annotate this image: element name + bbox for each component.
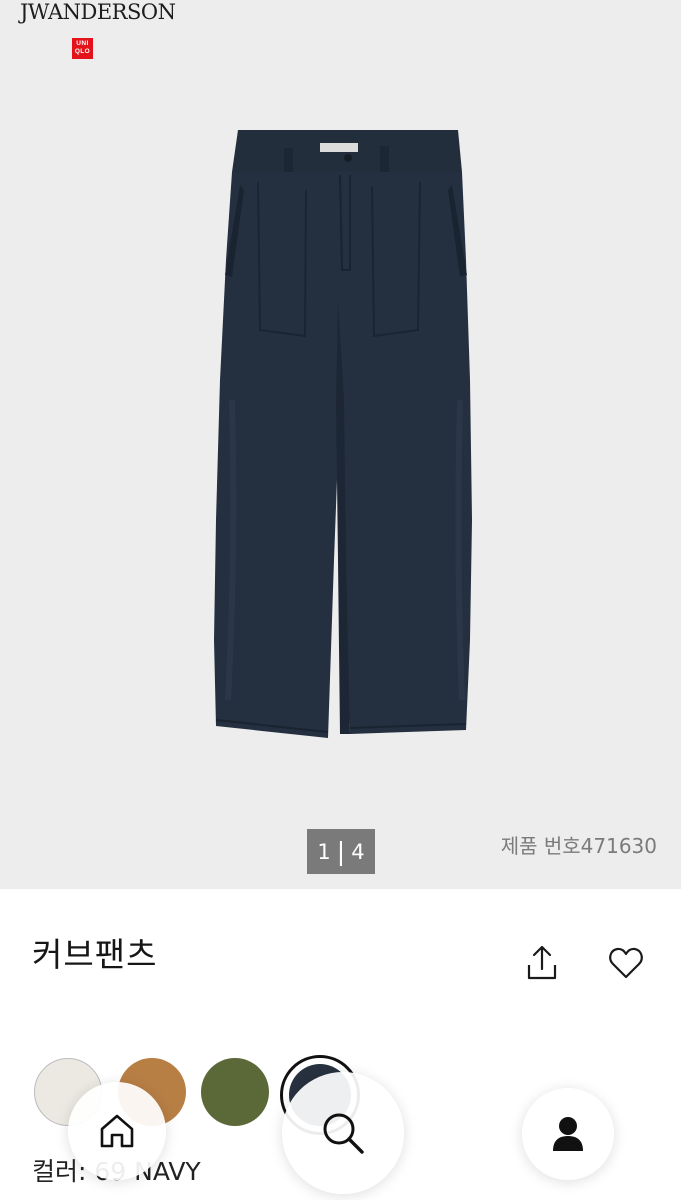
home-nav-button[interactable] — [68, 1082, 166, 1180]
total-pages: 4 — [351, 839, 365, 864]
product-image-gallery[interactable]: JWANDERSON UNI QLO 1 | 4 제품 번호471630 — [0, 0, 681, 889]
search-icon — [323, 1113, 364, 1154]
page-separator: | — [336, 837, 346, 866]
account-nav-button[interactable] — [522, 1088, 614, 1180]
share-icon — [527, 945, 557, 980]
gallery-page-indicator: 1 | 4 — [307, 829, 375, 874]
color-swatch-olive[interactable] — [201, 1058, 269, 1126]
search-nav-button[interactable] — [282, 1072, 404, 1194]
current-page: 1 — [317, 839, 331, 864]
person-icon — [553, 1117, 583, 1151]
product-title: 커브팬츠 — [32, 935, 158, 974]
favorite-button[interactable] — [603, 940, 649, 986]
home-icon — [100, 1114, 134, 1148]
share-button[interactable] — [519, 940, 565, 986]
product-image — [214, 130, 472, 738]
product-number: 제품 번호471630 — [500, 834, 657, 858]
heart-icon — [609, 947, 643, 979]
